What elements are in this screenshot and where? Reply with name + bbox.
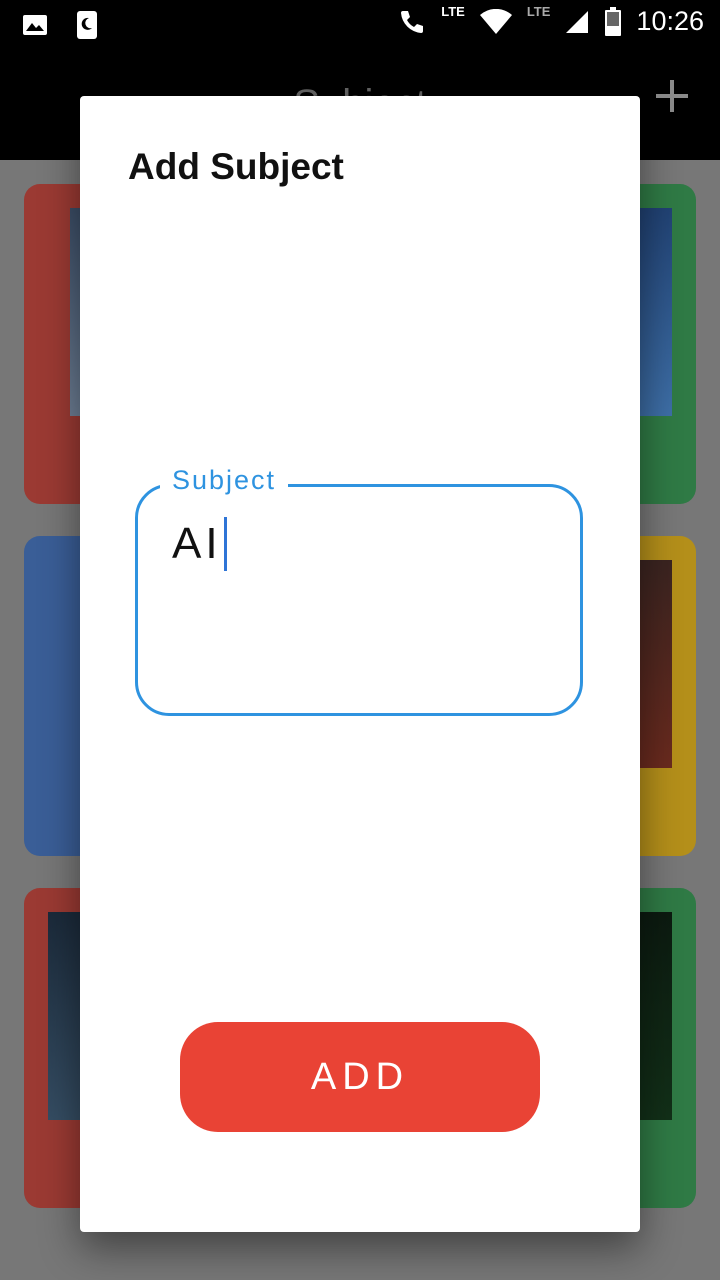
subject-input[interactable]: Subject AI: [135, 465, 583, 716]
wifi-call-icon: [401, 10, 424, 33]
status-bar: LTE LTE 10:26: [0, 0, 720, 48]
add-button[interactable]: ADD: [180, 1022, 540, 1132]
card-thumbnail: [48, 912, 80, 1120]
gallery-icon: [23, 15, 47, 35]
wifi-icon: [479, 8, 512, 34]
lte-label-2: LTE: [526, 4, 551, 19]
lte-label-1: LTE: [441, 4, 465, 19]
text-caret: [223, 517, 227, 571]
dialog-title: Add Subject: [128, 146, 344, 187]
cell-signal-icon: [566, 10, 589, 33]
subject-field-value-wrap[interactable]: AI: [172, 517, 227, 571]
status-time: 10:26: [636, 6, 704, 36]
battery-icon: [605, 6, 622, 36]
subject-field-value: AI: [172, 519, 222, 568]
add-subject-dialog: Add Subject Subject AI ADD: [80, 96, 640, 1232]
plus-icon[interactable]: [654, 78, 690, 114]
moon-notification-icon: [77, 11, 97, 39]
subject-field-label: Subject: [160, 465, 289, 496]
